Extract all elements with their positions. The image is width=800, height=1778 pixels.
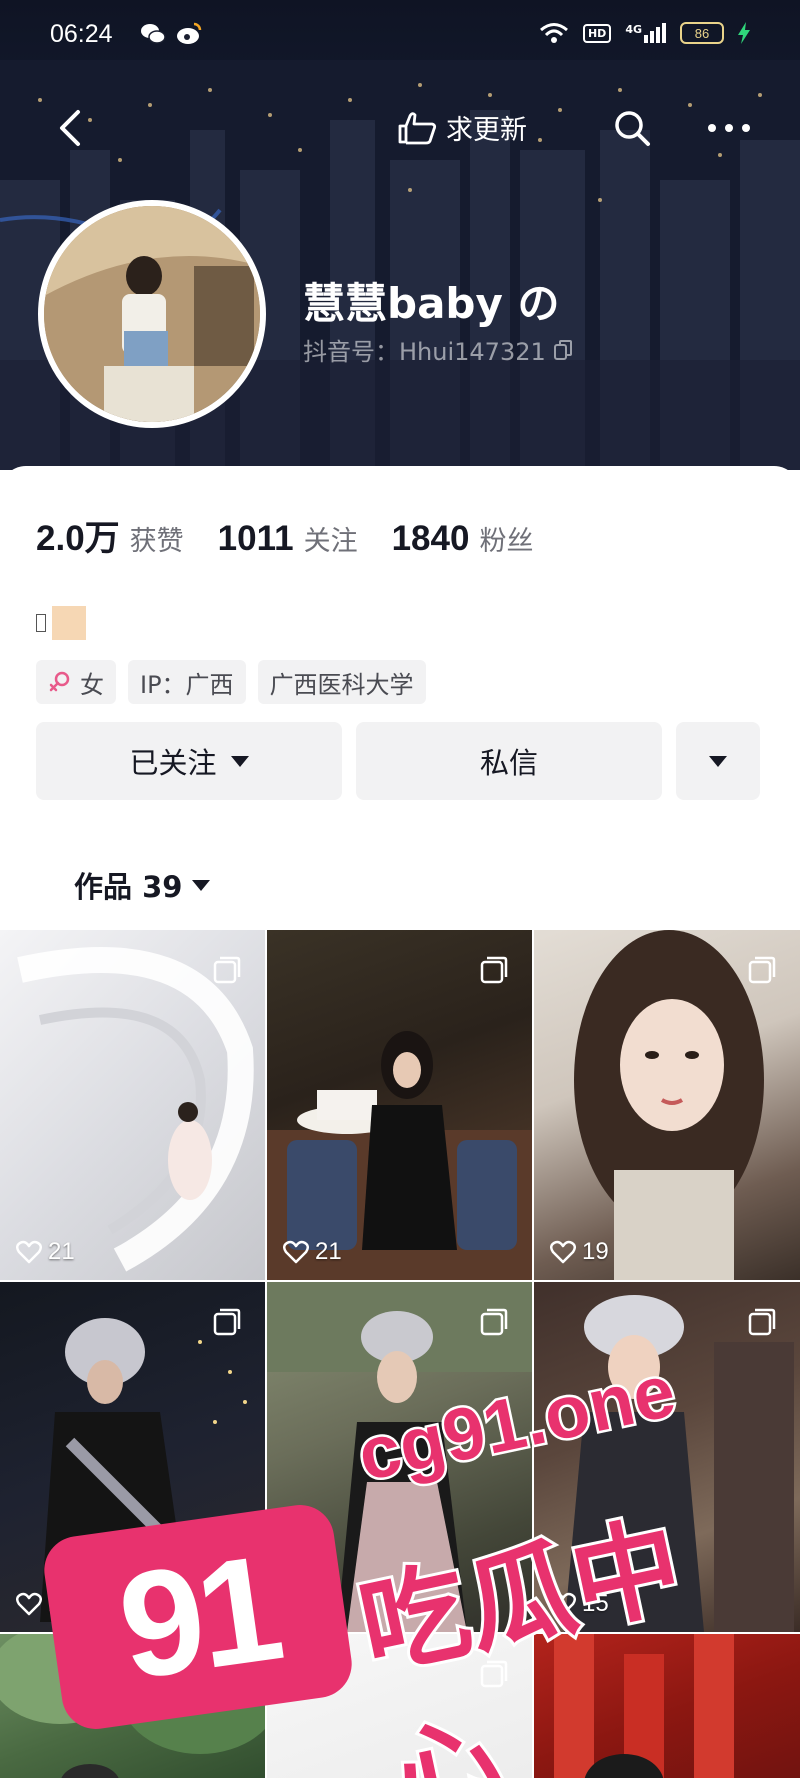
search-icon[interactable] <box>612 108 652 148</box>
video-thumbnail[interactable]: 19 <box>534 930 800 1280</box>
stat-label: 获赞 <box>129 526 184 557</box>
multi-image-icon <box>748 1308 776 1336</box>
notification-icons <box>140 22 202 46</box>
dropdown-triangle-icon <box>192 879 211 891</box>
stat-label: 粉丝 <box>479 526 534 557</box>
battery-indicator: 86 <box>680 22 724 44</box>
wechat-icon <box>141 24 166 44</box>
battery-level: 86 <box>694 25 710 41</box>
more-actions-button[interactable] <box>676 722 760 800</box>
douyin-id-text: 抖音号：Hhui147321 <box>303 338 546 366</box>
copy-icon[interactable] <box>553 339 572 360</box>
multi-image-icon <box>213 1308 241 1336</box>
school-tag[interactable]: 广西医科大学 <box>257 660 426 704</box>
heart-icon <box>283 1240 309 1264</box>
profile-header: 06:24 HD 4G 86 求更新 慧慧baby の 抖音号：Hhui1473… <box>0 0 800 470</box>
multi-image-icon <box>480 1308 508 1336</box>
video-likes: 19 <box>550 1238 609 1266</box>
more-options-icon[interactable] <box>704 118 754 138</box>
message-label: 私信 <box>479 746 538 780</box>
status-right-icons: HD 4G 86 <box>539 22 750 44</box>
video-likes-count: 21 <box>315 1238 342 1265</box>
avatar[interactable] <box>38 200 266 428</box>
status-time: 06:24 <box>50 20 113 48</box>
video-likes-count: 19 <box>582 1238 609 1265</box>
stat-likes[interactable]: 2.0万 获赞 <box>36 510 184 561</box>
gender-label: 女 <box>80 670 104 699</box>
action-buttons: 已关注 私信 <box>36 722 760 800</box>
multi-image-icon <box>480 956 508 984</box>
ip-label: IP：广西 <box>140 670 234 699</box>
multi-image-icon <box>213 956 241 984</box>
ip-tag: IP：广西 <box>128 660 246 704</box>
school-label: 广西医科大学 <box>269 670 414 699</box>
bio-missing-glyph <box>36 614 46 632</box>
stat-value: 2.0万 <box>36 519 120 558</box>
signal-icon: 4G <box>625 23 666 43</box>
avatar-photo <box>44 206 260 422</box>
heart-icon <box>16 1592 42 1616</box>
message-button[interactable]: 私信 <box>356 722 662 800</box>
video-thumbnail[interactable]: 21 <box>0 930 265 1280</box>
dropdown-triangle-icon <box>230 755 249 767</box>
female-icon <box>49 671 70 692</box>
top-nav: 求更新 <box>0 96 800 166</box>
works-tab[interactable]: 作品 39 <box>74 864 211 906</box>
stat-following[interactable]: 1011 关注 <box>218 519 358 559</box>
heart-icon <box>550 1240 576 1264</box>
followed-label: 已关注 <box>129 746 217 780</box>
video-likes: 21 <box>16 1238 75 1266</box>
profile-tags: 女 IP：广西 广西医科大学 <box>36 660 426 704</box>
charging-icon <box>738 22 750 44</box>
stat-value: 1011 <box>217 519 294 558</box>
pointing-hand-icon <box>398 111 437 144</box>
followed-button[interactable]: 已关注 <box>36 722 342 800</box>
stat-label: 关注 <box>303 526 358 557</box>
watermark-badge: 91 <box>39 1500 357 1734</box>
bio <box>36 606 86 640</box>
request-update-label: 求更新 <box>446 115 527 146</box>
douyin-id: 抖音号：Hhui147321 <box>303 332 572 367</box>
stat-value: 1840 <box>391 519 470 558</box>
back-arrow-icon[interactable] <box>52 108 92 148</box>
weibo-icon <box>177 22 202 44</box>
dropdown-triangle-icon <box>709 755 727 767</box>
hd-badge: HD <box>582 23 612 43</box>
stat-followers[interactable]: 1840 粉丝 <box>392 519 534 559</box>
nickname: 慧慧baby の <box>303 279 560 328</box>
heart-icon <box>16 1240 42 1264</box>
bio-emoji-block <box>52 606 86 640</box>
stats-row: 2.0万 获赞 1011 关注 1840 粉丝 <box>36 510 533 561</box>
multi-image-icon <box>748 956 776 984</box>
network-type: 4G <box>625 23 642 36</box>
video-thumbnail[interactable]: 21 <box>267 930 532 1280</box>
wifi-icon <box>540 23 568 43</box>
gender-tag: 女 <box>36 660 116 704</box>
watermark-badge-number: 91 <box>109 1522 287 1711</box>
video-likes-count: 21 <box>48 1238 75 1265</box>
request-update-button[interactable]: 求更新 <box>396 108 527 147</box>
status-bar: 06:24 HD 4G 86 <box>0 0 800 72</box>
works-tab-label: 作品 39 <box>74 870 183 904</box>
video-likes: 21 <box>283 1238 342 1266</box>
